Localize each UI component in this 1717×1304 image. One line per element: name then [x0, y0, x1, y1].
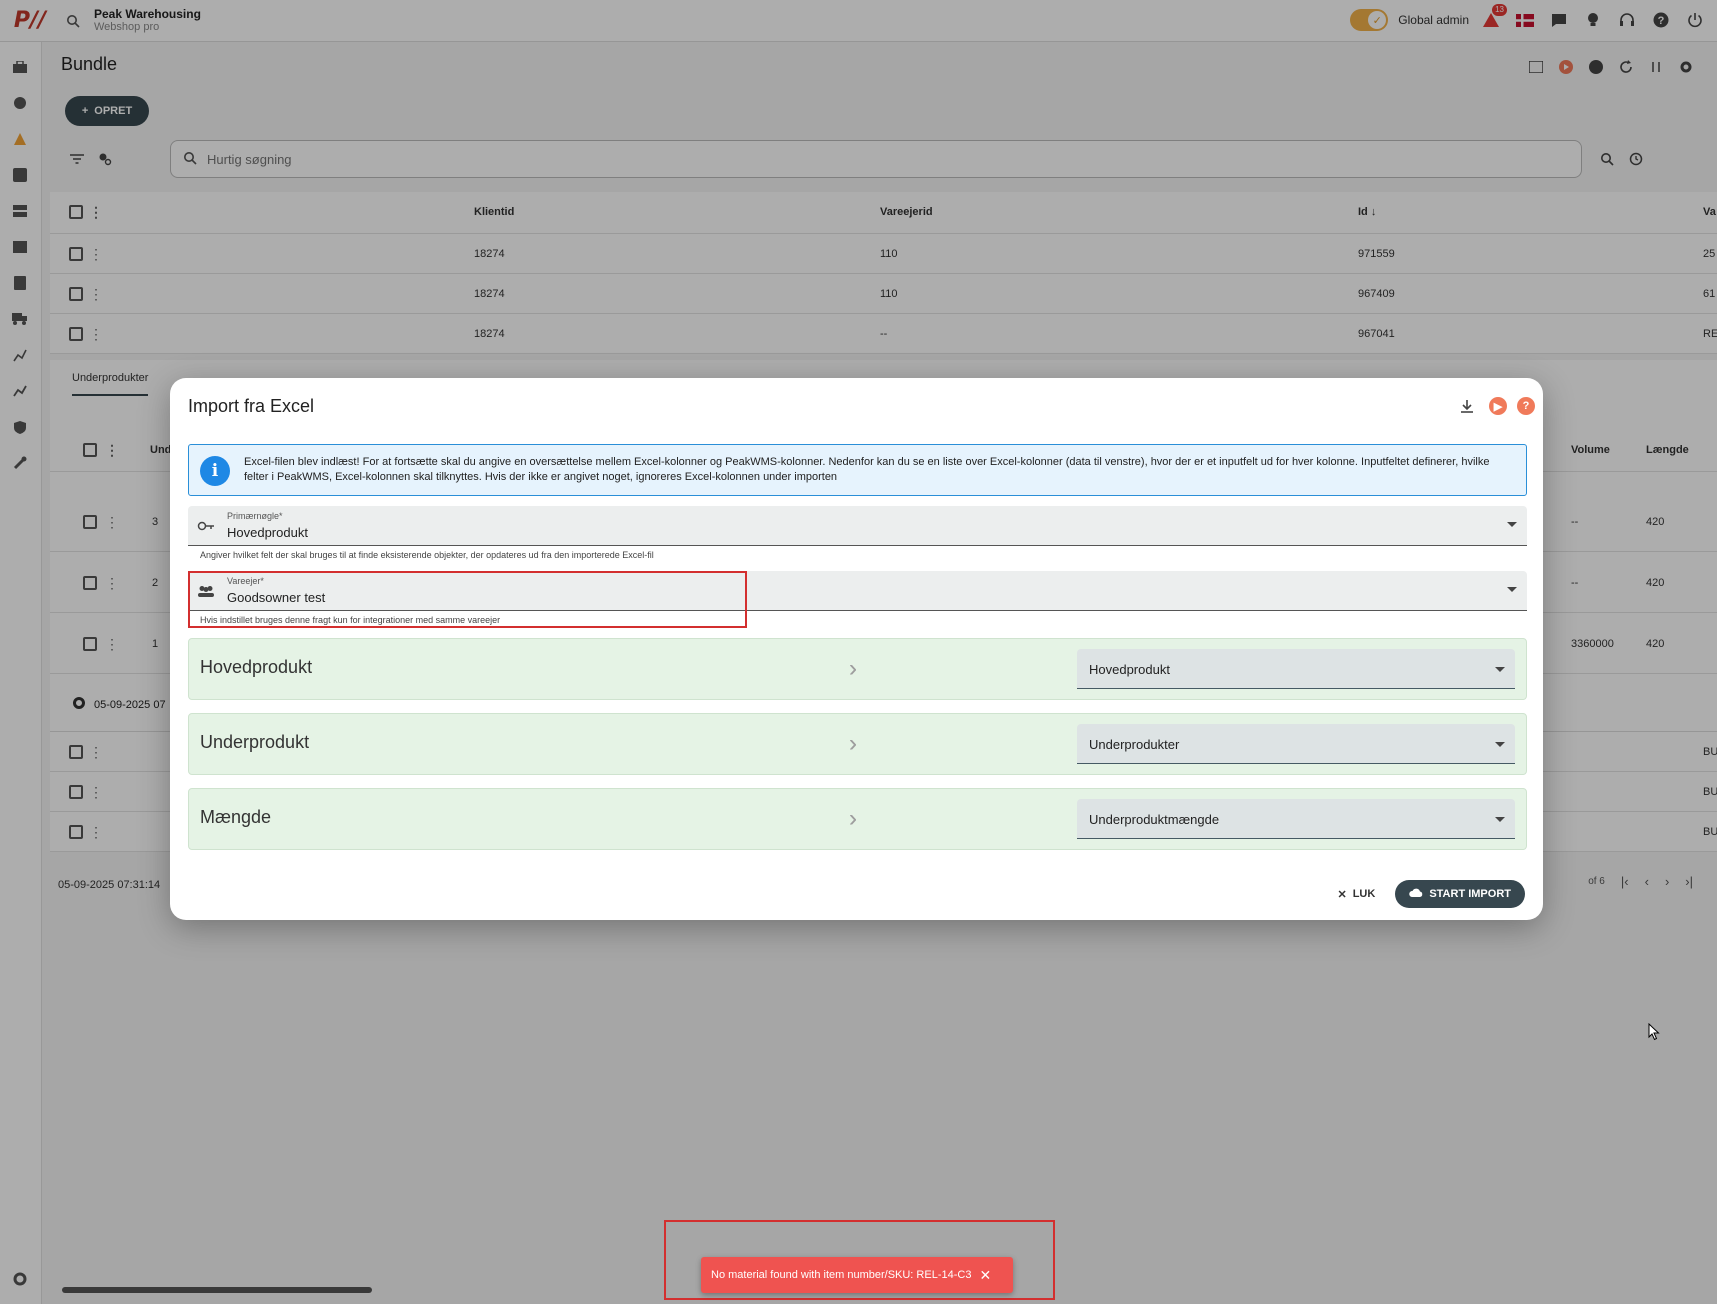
- import-dialog: Import fra Excel ▶ ? i Excel-filen blev …: [170, 378, 1543, 920]
- chevron-down-icon: [1495, 742, 1505, 747]
- error-toast: No material found with item number/SKU: …: [701, 1257, 1013, 1293]
- primary-key-select[interactable]: Primærnøgle* Hovedprodukt: [188, 506, 1527, 546]
- close-label: LUK: [1352, 888, 1376, 900]
- download-icon[interactable]: [1455, 394, 1479, 418]
- target-field-value: Underproduktmængde: [1089, 812, 1220, 827]
- cloud-upload-icon: [1409, 888, 1423, 901]
- chevron-down-icon: [1495, 817, 1505, 822]
- target-field-select[interactable]: Underproduktmængde: [1077, 799, 1515, 839]
- key-icon: [196, 517, 216, 535]
- start-import-button[interactable]: START IMPORT: [1395, 880, 1525, 908]
- info-text: Excel-filen blev indlæst! For at fortsæt…: [244, 456, 1490, 483]
- mouse-cursor-icon: [1648, 1023, 1660, 1041]
- chevron-down-icon: [1507, 522, 1517, 527]
- excel-column-name: Hovedprodukt: [200, 657, 313, 677]
- mapping-row: Hovedprodukt ›› Hovedprodukt: [188, 638, 1527, 700]
- primary-key-value: Hovedprodukt: [227, 525, 308, 540]
- chevron-down-icon: [1507, 587, 1517, 592]
- primary-key-hint: Angiver hvilket felt der skal bruges til…: [200, 550, 654, 560]
- video-play-icon[interactable]: ▶: [1489, 397, 1507, 415]
- target-field-select[interactable]: Underprodukter: [1077, 724, 1515, 764]
- info-alert: i Excel-filen blev indlæst! For at forts…: [188, 444, 1527, 496]
- dialog-help-icon[interactable]: ?: [1517, 397, 1535, 415]
- info-icon: i: [200, 456, 230, 486]
- toast-close-icon[interactable]: ✕: [979, 1267, 991, 1284]
- close-button[interactable]: ✕ LUK: [1329, 882, 1383, 907]
- chevron-down-icon: [1495, 667, 1505, 672]
- target-field-value: Underprodukter: [1089, 737, 1180, 752]
- mapping-row: Underprodukt ›› Underprodukter: [188, 713, 1527, 775]
- target-field-value: Hovedprodukt: [1089, 662, 1170, 677]
- toast-message: No material found with item number/SKU: …: [711, 1269, 972, 1281]
- excel-column-name: Underprodukt: [200, 732, 310, 752]
- excel-column-name: Mængde: [200, 807, 272, 827]
- target-field-select[interactable]: Hovedprodukt: [1077, 649, 1515, 689]
- start-import-label: START IMPORT: [1429, 888, 1511, 900]
- close-icon: ✕: [1337, 888, 1347, 901]
- highlight-box: [188, 571, 747, 628]
- dialog-title: Import fra Excel: [188, 396, 315, 416]
- mapping-row: Mængde ›› Underproduktmængde: [188, 788, 1527, 850]
- primary-key-label: Primærnøgle*: [227, 511, 283, 521]
